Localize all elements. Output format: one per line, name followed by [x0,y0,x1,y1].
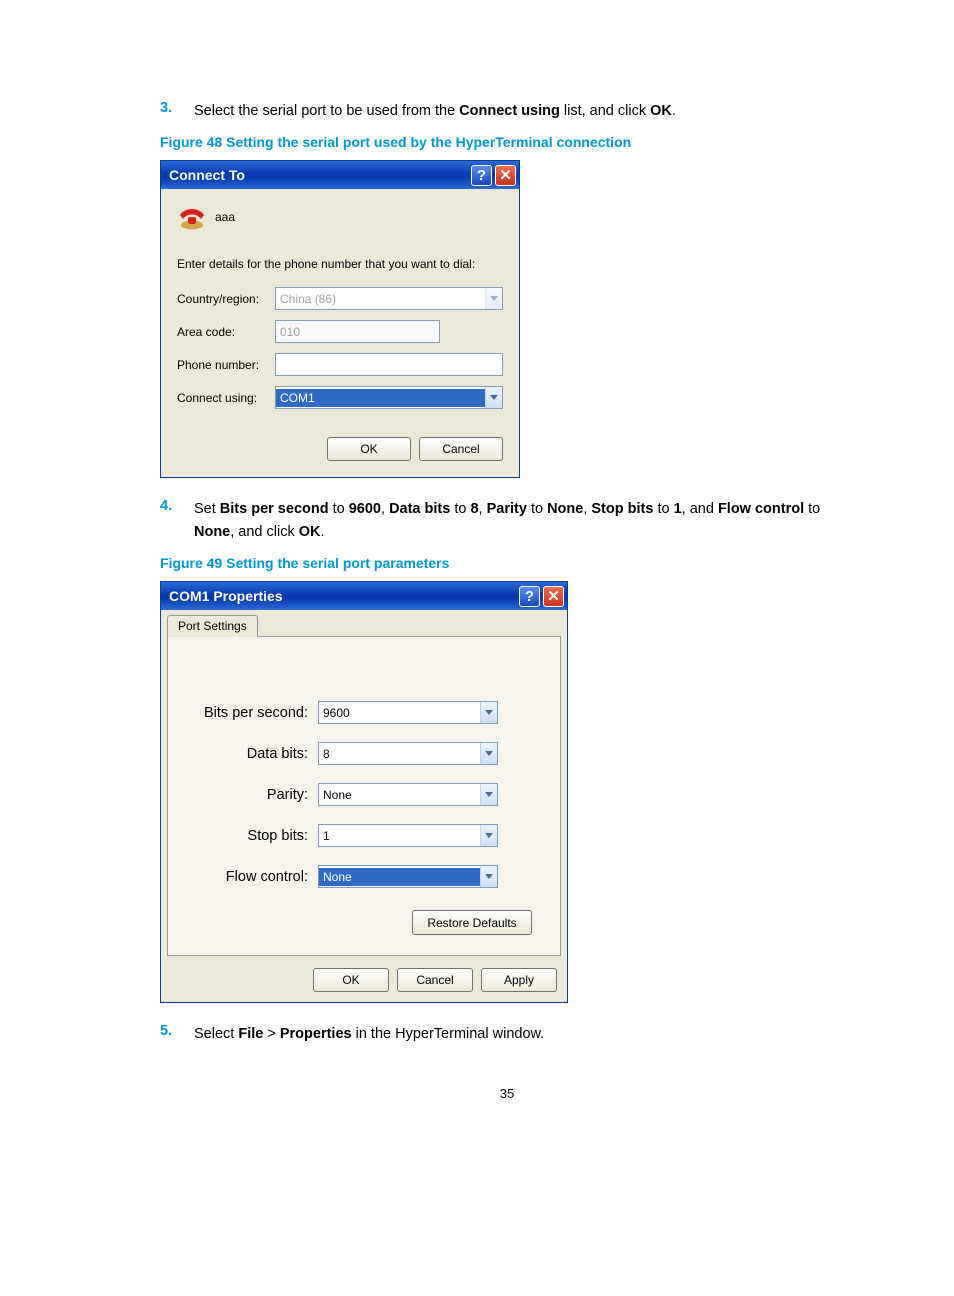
step-5: 5. Select File > Properties in the Hyper… [160,1023,854,1045]
tab-strip: Port Settings [161,610,567,636]
data-bits-label: Data bits: [196,746,318,762]
country-select: China (86) [275,287,503,310]
connect-to-dialog: Connect To ? ✕ aaa Enter details for the… [160,160,520,478]
area-code-label: Area code: [177,325,275,339]
parity-label: Parity: [196,787,318,803]
phone-number-input[interactable] [275,353,503,376]
step-number: 3. [160,100,194,122]
chevron-down-icon[interactable] [480,702,497,723]
chevron-down-icon[interactable] [485,387,502,408]
restore-defaults-button[interactable]: Restore Defaults [412,910,532,935]
step-4: 4. Set Bits per second to 9600, Data bit… [160,498,854,543]
step-text: Select the serial port to be used from t… [194,100,676,122]
chevron-down-icon [485,288,502,309]
titlebar: COM1 Properties ? ✕ [161,582,567,610]
flow-control-select[interactable]: None [318,865,498,888]
connect-using-select[interactable]: COM1 [275,386,503,409]
titlebar: Connect To ? ✕ [161,161,519,189]
help-button[interactable]: ? [519,586,540,607]
parity-select[interactable]: None [318,783,498,806]
dialog-title: Connect To [169,167,245,183]
bits-per-second-label: Bits per second: [196,705,318,721]
ok-button[interactable]: OK [327,437,411,461]
chevron-down-icon[interactable] [480,866,497,887]
dialog-title: COM1 Properties [169,588,283,604]
figure-49-caption: Figure 49 Setting the serial port parame… [160,555,854,571]
area-code-input [275,320,440,343]
chevron-down-icon[interactable] [480,784,497,805]
tab-panel: Bits per second: 9600 Data bits: 8 Parit… [167,636,561,956]
help-button[interactable]: ? [471,165,492,186]
connect-using-label: Connect using: [177,391,275,405]
connection-name: aaa [215,210,235,224]
close-button[interactable]: ✕ [543,586,564,607]
data-bits-select[interactable]: 8 [318,742,498,765]
com1-properties-dialog: COM1 Properties ? ✕ Port Settings Bits p… [160,581,568,1003]
chevron-down-icon[interactable] [480,825,497,846]
dialog-prompt: Enter details for the phone number that … [177,257,503,271]
cancel-button[interactable]: Cancel [397,968,473,992]
bits-per-second-select[interactable]: 9600 [318,701,498,724]
cancel-button[interactable]: Cancel [419,437,503,461]
ok-button[interactable]: OK [313,968,389,992]
flow-control-label: Flow control: [196,869,318,885]
tab-port-settings[interactable]: Port Settings [167,615,258,637]
phone-icon [177,203,207,231]
chevron-down-icon[interactable] [480,743,497,764]
figure-48-caption: Figure 48 Setting the serial port used b… [160,134,854,150]
step-number: 4. [160,498,194,543]
page-number: 35 [160,1086,854,1101]
stop-bits-label: Stop bits: [196,828,318,844]
country-label: Country/region: [177,292,275,306]
step-text: Select File > Properties in the HyperTer… [194,1023,544,1045]
stop-bits-select[interactable]: 1 [318,824,498,847]
step-number: 5. [160,1023,194,1045]
step-text: Set Bits per second to 9600, Data bits t… [194,498,854,543]
phone-number-label: Phone number: [177,358,275,372]
apply-button[interactable]: Apply [481,968,557,992]
close-button[interactable]: ✕ [495,165,516,186]
step-3: 3. Select the serial port to be used fro… [160,100,854,122]
